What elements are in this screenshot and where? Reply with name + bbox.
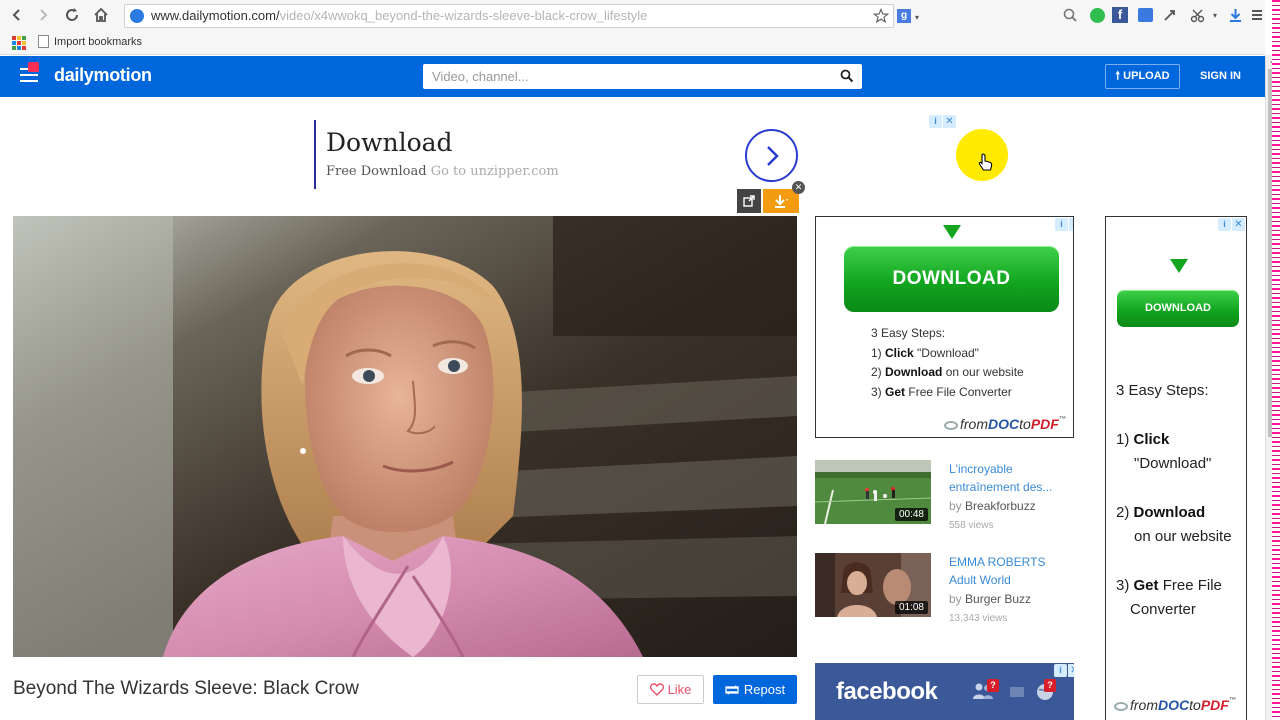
whatsapp-icon[interactable] [1088, 6, 1106, 24]
related-video-channel[interactable]: by Burger Buzz [949, 592, 1031, 606]
url-text: www.dailymotion.com/video/x4wwokq_beyond… [151, 8, 648, 23]
bookmark-star-icon[interactable] [873, 8, 889, 24]
upload-label: UPLOAD [1123, 70, 1170, 82]
notification-badge [28, 62, 39, 72]
google-plus-icon[interactable]: g [897, 9, 911, 23]
fromdoctopdf-logo: fromDOCtoPDF™ [944, 416, 1066, 432]
menu-icon[interactable] [1248, 6, 1266, 24]
secure-site-icon [130, 9, 144, 23]
facebook-logo: facebook [836, 678, 938, 705]
home-icon [94, 7, 108, 22]
back-button[interactable] [5, 3, 29, 27]
dropdown-icon[interactable]: ▾ [1206, 6, 1224, 24]
related-video-views: 13,343 views [949, 613, 1008, 624]
related-video-title[interactable]: EMMA ROBERTS Adult World [949, 553, 1071, 589]
dropdown-icon[interactable]: ▾ [915, 7, 919, 29]
like-label: Like [667, 682, 692, 697]
screen: www.dailymotion.com/video/x4wwokq_beyond… [0, 0, 1280, 720]
chevron-right-icon [766, 145, 779, 166]
facebook-extension-icon[interactable]: f [1111, 6, 1129, 24]
adchoices-icon[interactable]: i✕ [1218, 218, 1246, 231]
ad-tools [737, 189, 799, 213]
video-title: Beyond The Wizards Sleeve: Black Crow [13, 678, 360, 699]
like-button[interactable]: Like [637, 675, 704, 704]
forward-arrow-icon [40, 9, 48, 21]
signin-button[interactable]: SIGN IN [1200, 64, 1241, 89]
ad-download-button[interactable]: DOWNLOAD [1117, 290, 1239, 327]
apps-icon[interactable] [12, 36, 26, 50]
screen-glitch-stripe [1272, 0, 1280, 720]
reload-icon [66, 8, 78, 21]
bookmarks-bar: Import bookmarks [0, 31, 1265, 55]
repost-label: Repost [743, 682, 786, 697]
address-bar[interactable]: www.dailymotion.com/video/x4wwokq_beyond… [124, 4, 919, 28]
repost-button[interactable]: Repost [713, 675, 797, 704]
heart-icon [649, 683, 664, 696]
related-video-item[interactable]: 01:08 EMMA ROBERTS Adult World by Burger… [815, 553, 1075, 625]
down-arrow-icon [1170, 259, 1188, 273]
hand-cursor-icon [978, 153, 993, 171]
ad-subtitle[interactable]: Free Download Go to unzipper.com [326, 164, 559, 179]
ad-steps: 3 Easy Steps: 1) Click "Download" 2) Dow… [1116, 382, 1232, 618]
related-video-views: 558 views [949, 520, 994, 531]
video-frame [13, 216, 797, 657]
zoom-search-icon[interactable] [1061, 6, 1079, 24]
ad-steps: 3 Easy Steps: 1) Click "Download" 2) Dow… [871, 326, 1024, 399]
adchoices-icon[interactable]: i✕ [1055, 218, 1073, 231]
related-video-channel[interactable]: by Breakforbuzz [949, 499, 1036, 513]
bookmark-label: Import bookmarks [54, 35, 143, 48]
messages-icon [1010, 687, 1024, 697]
repost-icon [724, 684, 739, 695]
down-arrow-icon [943, 225, 961, 239]
bookmark-import[interactable]: Import bookmarks [38, 35, 142, 48]
duration-badge: 01:08 [894, 601, 928, 614]
file-icon [38, 35, 49, 48]
tv-extension-icon[interactable] [1136, 6, 1154, 24]
related-video-title[interactable]: L'incroyable entraînement des... [949, 460, 1071, 496]
globe-notification-badge: ? [1044, 679, 1056, 692]
ad-download-button[interactable]: DOWNLOAD [844, 246, 1059, 312]
forward-button[interactable] [31, 3, 55, 27]
search-icon[interactable] [840, 69, 854, 83]
download-extension-icon[interactable] [1226, 6, 1244, 24]
side-ad-download-tall[interactable]: i ✕ DOWNLOAD 3 Easy Steps: 1) Click "Down… [1105, 216, 1247, 720]
site-logo[interactable]: dailymotion [54, 65, 152, 86]
related-video-thumbnail[interactable]: 01:08 [815, 553, 931, 617]
tools-extension-icon[interactable] [1160, 6, 1178, 24]
side-ad-download[interactable]: i✕ DOWNLOAD 3 Easy Steps: 1) Click "Down… [815, 216, 1074, 438]
upload-button[interactable]: 🠕 UPLOAD [1105, 64, 1180, 89]
back-arrow-icon [12, 9, 20, 21]
facebook-ad[interactable]: i✕ facebook ? ? [815, 663, 1074, 720]
related-video-item[interactable]: 00:48 L'incroyable entraînement des... b… [815, 460, 1075, 532]
adchoices-icon[interactable]: i✕ [929, 115, 957, 128]
ad-accent-bar [314, 120, 316, 189]
ad-close-icon[interactable]: ✕ [792, 181, 805, 194]
reload-button[interactable] [60, 3, 84, 27]
ad-next-button[interactable] [745, 129, 798, 182]
home-button[interactable] [89, 3, 113, 27]
search-input[interactable]: Video, channel... [423, 64, 862, 89]
friends-notification-badge: ? [987, 679, 999, 692]
scissors-extension-icon[interactable] [1188, 6, 1206, 24]
open-external-icon[interactable] [737, 189, 761, 213]
adchoices-icon[interactable]: i✕ [1054, 664, 1074, 677]
video-player[interactable] [13, 216, 797, 657]
fromdoctopdf-logo: fromDOCtoPDF™ [1114, 697, 1236, 713]
browser-toolbar: www.dailymotion.com/video/x4wwokq_beyond… [0, 0, 1265, 31]
duration-badge: 00:48 [894, 508, 928, 521]
upload-arrow-icon: 🠕 [1115, 70, 1121, 82]
related-video-thumbnail[interactable]: 00:48 [815, 460, 931, 524]
ad-title[interactable]: Download [326, 128, 453, 157]
